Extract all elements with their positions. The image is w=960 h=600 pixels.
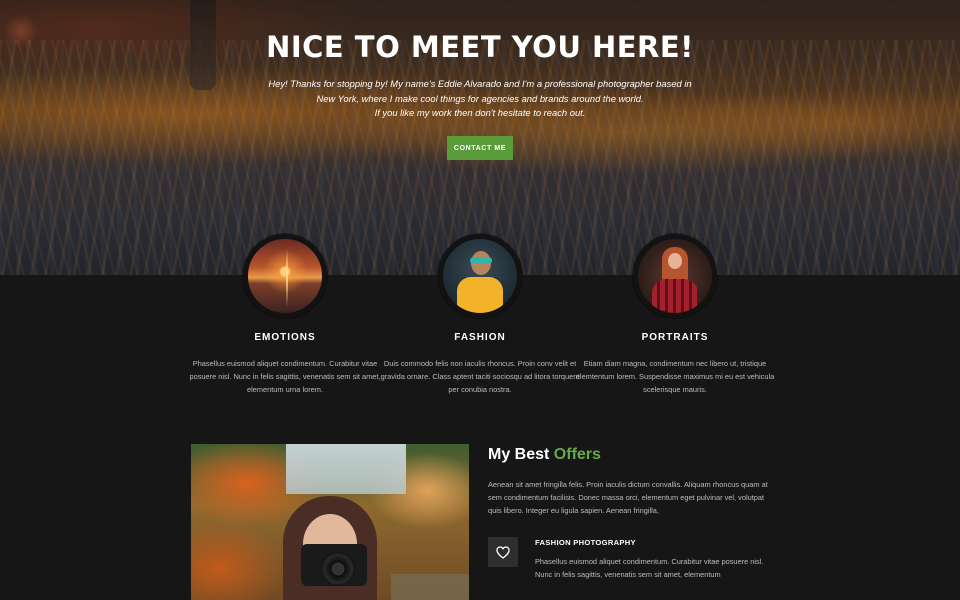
service-description: Phasellus euismod aliquet condimentum. C… (535, 557, 764, 579)
offers-title-prefix: My Best (488, 446, 554, 463)
feature-text: Etiam diam magna, condimentum nec libero… (575, 359, 775, 394)
emotions-image[interactable] (243, 234, 327, 318)
hero-intro-line: If you like my work then don't hesitate … (374, 107, 586, 118)
portraits-image[interactable] (633, 234, 717, 318)
feature-title: PORTRAITS (641, 332, 709, 343)
feature-title: EMOTIONS (254, 332, 316, 343)
offers-title-accent: Offers (553, 446, 601, 463)
feature-text: Phasellus euismod aliquet condimentum. C… (189, 359, 381, 394)
service-title: FASHION PHOTOGRAPHY (535, 538, 636, 547)
heart-icon (488, 537, 518, 567)
hero-intro-text: Hey! Thanks for stopping by! My name's E… (240, 77, 720, 121)
hero-title: NICE TO MEET YOU HERE! (266, 30, 694, 64)
contact-me-button[interactable]: CONTACT ME (447, 136, 513, 160)
feature-portraits: PORTRAITS Etiam diam magna, condimentum … (575, 332, 775, 396)
feature-title: FASHION (454, 332, 506, 343)
offers-title: My Best Offers (488, 446, 601, 464)
feature-fashion: FASHION Duis commodo felis non iaculis r… (380, 332, 580, 396)
fashion-image[interactable] (438, 234, 522, 318)
feature-text: Duis commodo felis non iaculis rhoncus. … (380, 359, 580, 394)
offers-description: Aenean sit amet fringilla felis. Proin i… (488, 480, 768, 515)
feature-emotions: EMOTIONS Phasellus euismod aliquet condi… (185, 332, 385, 396)
hero-intro-line: Hey! Thanks for stopping by! My name's E… (268, 78, 692, 89)
hero-intro-line: New York, where I make cool things for a… (316, 92, 644, 104)
offers-photo (191, 444, 469, 600)
